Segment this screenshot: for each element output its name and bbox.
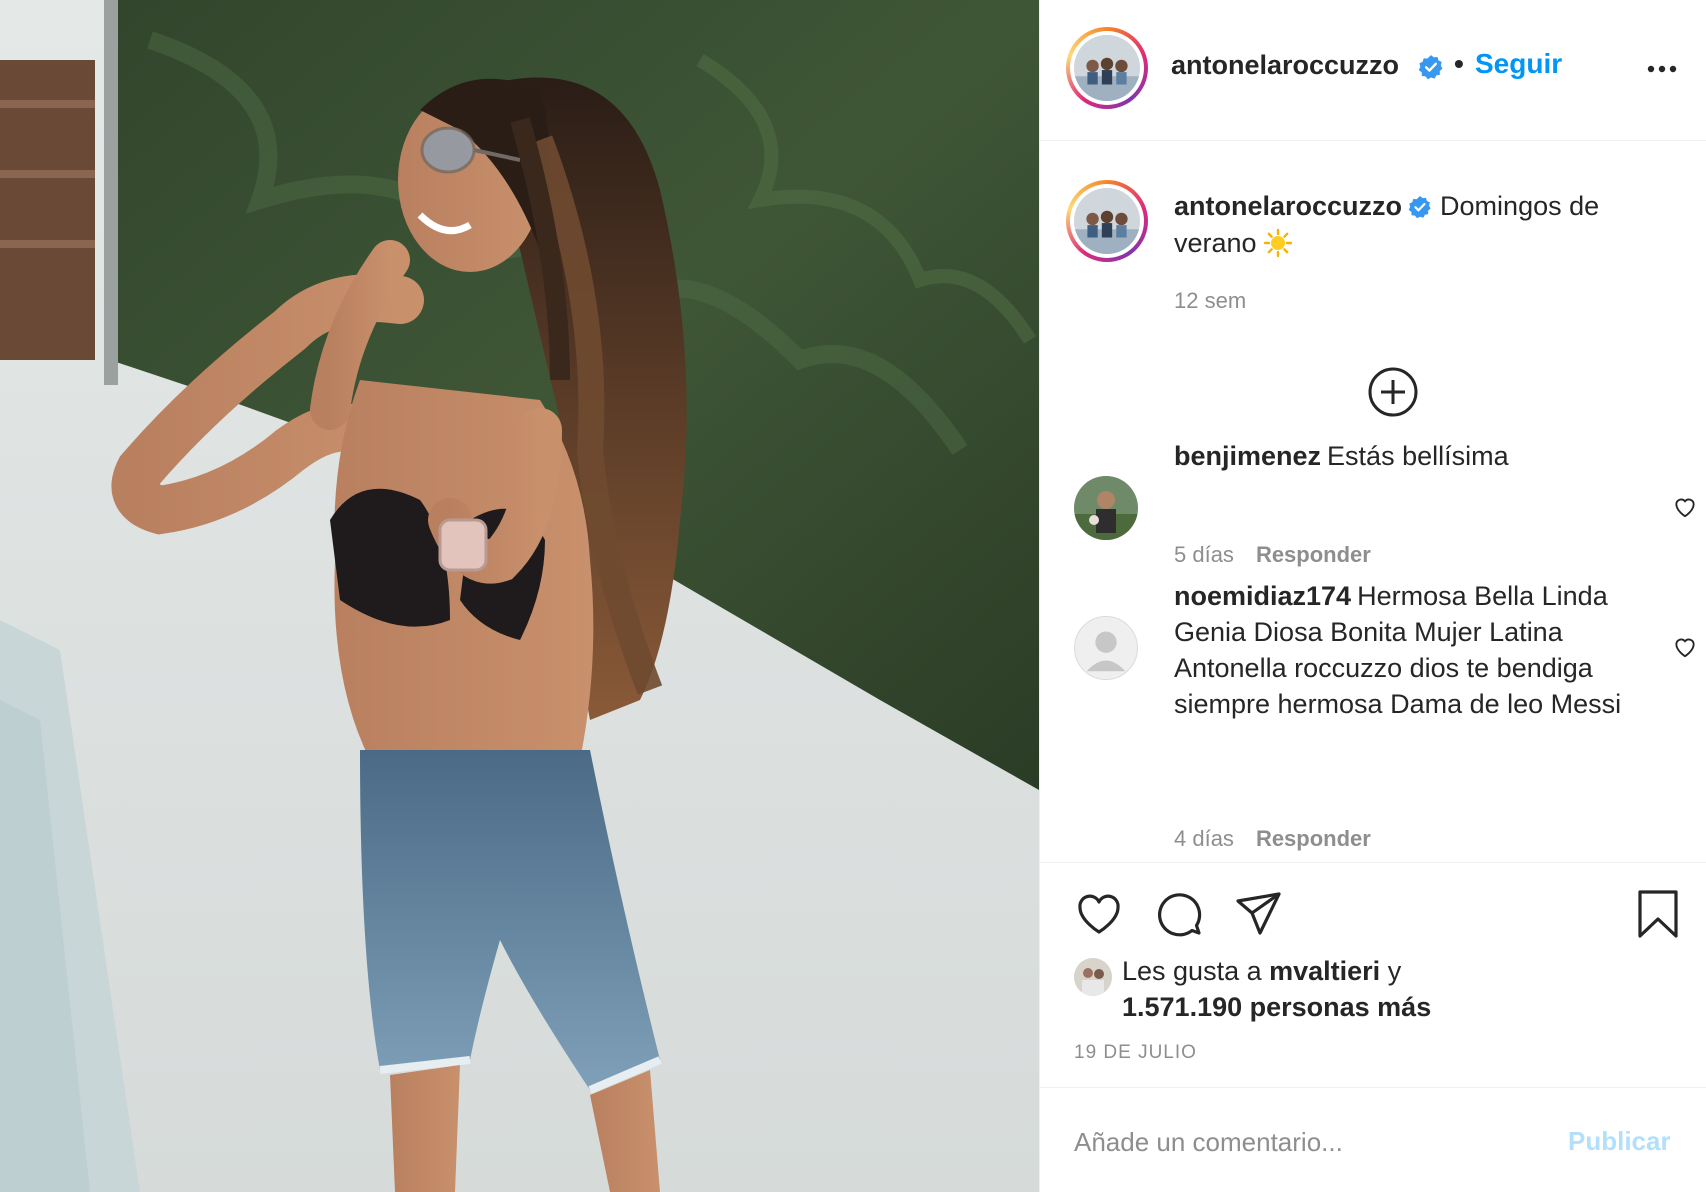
comment-meta: 4 días Responder <box>1174 826 1371 852</box>
liker-avatar[interactable] <box>1074 958 1112 996</box>
heart-icon[interactable] <box>1074 889 1124 939</box>
share-icon[interactable] <box>1234 889 1284 939</box>
post-photo-illustration <box>0 0 1039 1192</box>
avatar-image <box>1074 476 1138 540</box>
author-avatar[interactable] <box>1066 27 1148 109</box>
post-actions: Les gusta a mvaltieri y 1.571.190 person… <box>1040 862 1706 1087</box>
verified-badge-icon <box>1408 196 1431 219</box>
caption-timestamp[interactable]: 12 sem <box>1174 288 1246 314</box>
post-date[interactable]: 19 DE JULIO <box>1074 1042 1197 1064</box>
more-options-icon[interactable] <box>1644 54 1680 84</box>
bookmark-icon[interactable] <box>1634 889 1682 939</box>
likes-count[interactable]: 1.571.190 personas más <box>1122 992 1431 1022</box>
likes-connector: y <box>1387 956 1402 986</box>
default-avatar-icon <box>1075 617 1137 679</box>
author-username[interactable]: antonelaroccuzzo <box>1171 50 1399 81</box>
avatar-image <box>1074 958 1112 996</box>
reply-button[interactable]: Responder <box>1256 542 1371 567</box>
comments-list[interactable]: antonelaroccuzzo Domingos de verano 12 s… <box>1040 142 1706 862</box>
liker-username[interactable]: mvaltieri <box>1269 956 1380 986</box>
sun-emoji-icon <box>1263 228 1292 258</box>
post-sidebar: antonelaroccuzzo • Seguir antonelaroccuz… <box>1039 0 1706 1192</box>
instagram-post-view: antonelaroccuzzo • Seguir antonelaroccuz… <box>0 0 1706 1192</box>
caption-username[interactable]: antonelaroccuzzo <box>1174 191 1402 221</box>
comment-username[interactable]: benjimenez <box>1174 441 1321 471</box>
caption-author-avatar[interactable] <box>1066 180 1148 262</box>
avatar-image <box>1074 188 1140 254</box>
heart-outline-icon[interactable] <box>1672 494 1698 520</box>
comment-username[interactable]: noemidiaz174 <box>1174 581 1351 611</box>
comment-text: noemidiaz174 Hermosa Bella Linda Genia Di… <box>1174 578 1624 722</box>
heart-outline-icon[interactable] <box>1672 634 1698 660</box>
publish-button[interactable]: Publicar <box>1568 1126 1671 1157</box>
reply-button[interactable]: Responder <box>1256 826 1371 851</box>
likes-summary: Les gusta a mvaltieri y 1.571.190 person… <box>1122 953 1642 1025</box>
comment-body: Estás bellísima <box>1327 441 1509 471</box>
post-header: antonelaroccuzzo • Seguir <box>1040 0 1706 141</box>
add-comment-bar: Publicar <box>1040 1087 1706 1192</box>
follow-button[interactable]: Seguir <box>1475 48 1562 80</box>
avatar-image <box>1074 35 1140 101</box>
commenter-avatar[interactable] <box>1074 616 1138 680</box>
commenter-avatar[interactable] <box>1074 476 1138 540</box>
comment-timestamp[interactable]: 4 días <box>1174 826 1234 851</box>
likes-prefix: Les gusta a <box>1122 956 1262 986</box>
verified-badge-icon <box>1418 55 1443 80</box>
separator-dot: • <box>1454 48 1464 79</box>
comment-timestamp[interactable]: 5 días <box>1174 542 1234 567</box>
comment-meta: 5 días Responder <box>1174 542 1371 568</box>
post-photo[interactable] <box>0 0 1039 1192</box>
load-more-comments-icon[interactable] <box>1367 366 1419 418</box>
comment-text: benjimenez Estás bellísima <box>1174 438 1624 474</box>
comment-input[interactable] <box>1074 1122 1544 1162</box>
comment-icon[interactable] <box>1154 889 1204 939</box>
caption: antonelaroccuzzo Domingos de verano <box>1174 188 1644 262</box>
